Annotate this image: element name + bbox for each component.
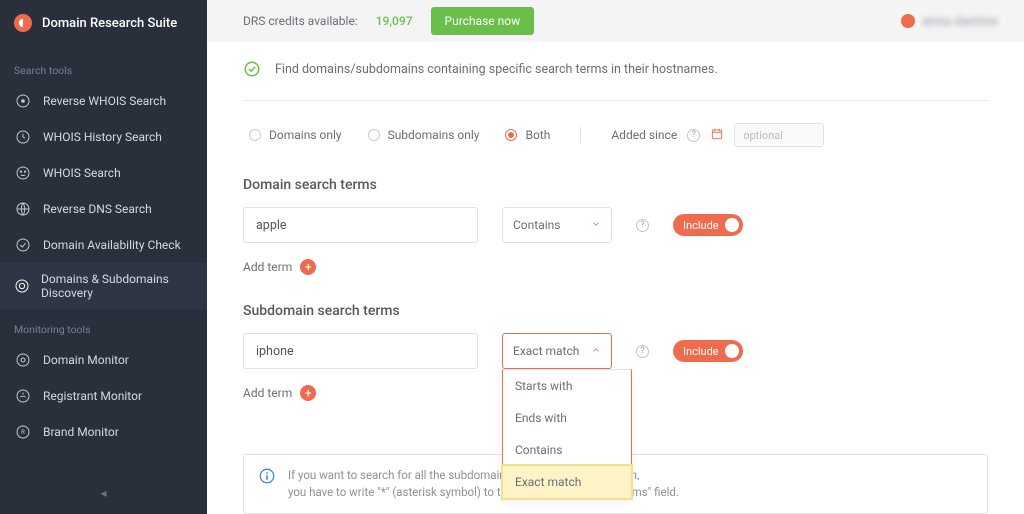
info-icon: [258, 467, 276, 485]
domain-add-term[interactable]: Add term +: [243, 259, 316, 275]
sidebar-item-label: Brand Monitor: [43, 425, 119, 439]
domain-terms-title: Domain search terms: [243, 177, 988, 193]
radio-dot-icon: [249, 129, 261, 141]
sidebar-item-reverse-whois[interactable]: Reverse WHOIS Search: [0, 83, 207, 119]
user-name: anna.dantine: [923, 14, 998, 28]
hint-text: Find domains/subdomains containing speci…: [275, 62, 718, 77]
user-menu[interactable]: anna.dantine: [901, 14, 998, 28]
match-dropdown: Starts with Ends with Contains Exact mat…: [502, 369, 632, 499]
help-icon[interactable]: ?: [636, 345, 649, 358]
select-value: Contains: [513, 218, 560, 232]
help-icon[interactable]: ?: [636, 219, 649, 232]
calendar-icon[interactable]: [710, 127, 724, 144]
brand-logo-icon: [14, 14, 32, 32]
chevron-up-icon: [591, 344, 601, 358]
radio-label: Both: [525, 128, 550, 142]
credits-value: 19,097: [376, 14, 413, 28]
dropdown-item-ends-with[interactable]: Ends with: [503, 402, 631, 434]
sidebar-item-brand-monitor[interactable]: R Brand Monitor: [0, 414, 207, 450]
sidebar-section-monitoring: Monitoring tools: [0, 309, 207, 342]
added-since-label: Added since: [611, 128, 677, 142]
sidebar-item-availability[interactable]: Domain Availability Check: [0, 227, 207, 263]
sidebar-item-label: WHOIS Search: [43, 166, 121, 180]
added-since: Added since ? optional: [611, 123, 824, 147]
subdomain-add-term[interactable]: Add term +: [243, 385, 316, 401]
toggle-knob-icon: [725, 218, 739, 232]
toggle-label: Include: [683, 219, 719, 232]
radio-dot-icon: [368, 129, 380, 141]
sidebar: Domain Research Suite Search tools Rever…: [0, 0, 207, 514]
purchase-button[interactable]: Purchase now: [431, 7, 535, 35]
sidebar-item-label: WHOIS History Search: [43, 130, 162, 144]
content: Find domains/subdomains containing speci…: [207, 42, 1024, 514]
radio-label: Subdomains only: [388, 128, 480, 142]
domain-match-select[interactable]: Contains: [502, 207, 612, 243]
plus-icon: +: [300, 259, 316, 275]
chevron-left-icon: ◂: [100, 486, 106, 500]
dropdown-item-starts-with[interactable]: Starts with: [503, 370, 631, 402]
topbar: DRS credits available: 19,097 Purchase n…: [207, 0, 1024, 42]
sidebar-item-label: Domain Monitor: [43, 353, 129, 367]
subdomain-match-select[interactable]: Exact match: [502, 333, 612, 369]
subdomain-terms-title: Subdomain search terms: [243, 303, 988, 319]
svg-text:R: R: [21, 429, 25, 436]
select-value: Exact match: [513, 344, 579, 358]
whois-icon: [14, 92, 32, 110]
domain-include-toggle[interactable]: Include: [673, 214, 743, 236]
face-icon: [14, 164, 32, 182]
toggle-knob-icon: [725, 344, 739, 358]
sidebar-item-label: Reverse WHOIS Search: [43, 94, 166, 108]
sidebar-item-whois-history[interactable]: WHOIS History Search: [0, 119, 207, 155]
chevron-down-icon: [591, 218, 601, 232]
sidebar-item-label: Domains & Subdomains Discovery: [41, 272, 193, 300]
add-term-label: Add term: [243, 260, 292, 274]
radio-dot-icon: [505, 129, 517, 141]
help-icon[interactable]: ?: [687, 129, 700, 142]
page-hint: Find domains/subdomains containing speci…: [243, 60, 988, 101]
radio-label: Domains only: [269, 128, 342, 142]
brand-icon: R: [14, 423, 32, 441]
subdomain-term-row: Exact match Starts with Ends with Contai…: [243, 333, 988, 369]
scope-row: Domains only Subdomains only Both Added …: [243, 123, 988, 147]
subdomain-include-toggle[interactable]: Include: [673, 340, 743, 362]
radio-both[interactable]: Both: [505, 128, 550, 142]
main: DRS credits available: 19,097 Purchase n…: [207, 0, 1024, 514]
separator: [580, 127, 581, 143]
check-circle-icon: [243, 60, 261, 78]
brand-title: Domain Research Suite: [42, 16, 177, 31]
avatar-icon: [901, 14, 915, 28]
sidebar-collapse[interactable]: ◂: [0, 476, 207, 514]
credits-label: DRS credits available:: [243, 14, 358, 28]
dropdown-item-contains[interactable]: Contains: [503, 434, 631, 466]
radio-domains-only[interactable]: Domains only: [249, 128, 342, 142]
date-placeholder: optional: [743, 129, 783, 142]
history-icon: [14, 128, 32, 146]
sidebar-section-search: Search tools: [0, 50, 207, 83]
monitor-icon: [14, 351, 32, 369]
sidebar-item-reverse-dns[interactable]: Reverse DNS Search: [0, 191, 207, 227]
toggle-label: Include: [683, 345, 719, 358]
sidebar-item-registrant-monitor[interactable]: Registrant Monitor: [0, 378, 207, 414]
check-circle-icon: [14, 236, 32, 254]
sidebar-item-domain-monitor[interactable]: Domain Monitor: [0, 342, 207, 378]
radio-subdomains-only[interactable]: Subdomains only: [368, 128, 480, 142]
domain-term-row: Contains ? Include: [243, 207, 988, 243]
sidebar-item-label: Registrant Monitor: [43, 389, 142, 403]
domain-term-input[interactable]: [243, 207, 478, 243]
brand: Domain Research Suite: [0, 0, 207, 50]
dropdown-item-exact-match[interactable]: Exact match: [503, 466, 631, 498]
search-target-icon: [14, 277, 30, 295]
subdomain-term-input[interactable]: [243, 333, 478, 369]
globe-icon: [14, 200, 32, 218]
sidebar-item-whois-search[interactable]: WHOIS Search: [0, 155, 207, 191]
date-input[interactable]: optional: [734, 123, 824, 147]
plus-icon: +: [300, 385, 316, 401]
sidebar-item-discovery[interactable]: Domains & Subdomains Discovery: [0, 263, 207, 309]
registrant-icon: [14, 387, 32, 405]
sidebar-item-label: Reverse DNS Search: [43, 202, 152, 216]
sidebar-item-label: Domain Availability Check: [43, 238, 181, 252]
add-term-label: Add term: [243, 386, 292, 400]
